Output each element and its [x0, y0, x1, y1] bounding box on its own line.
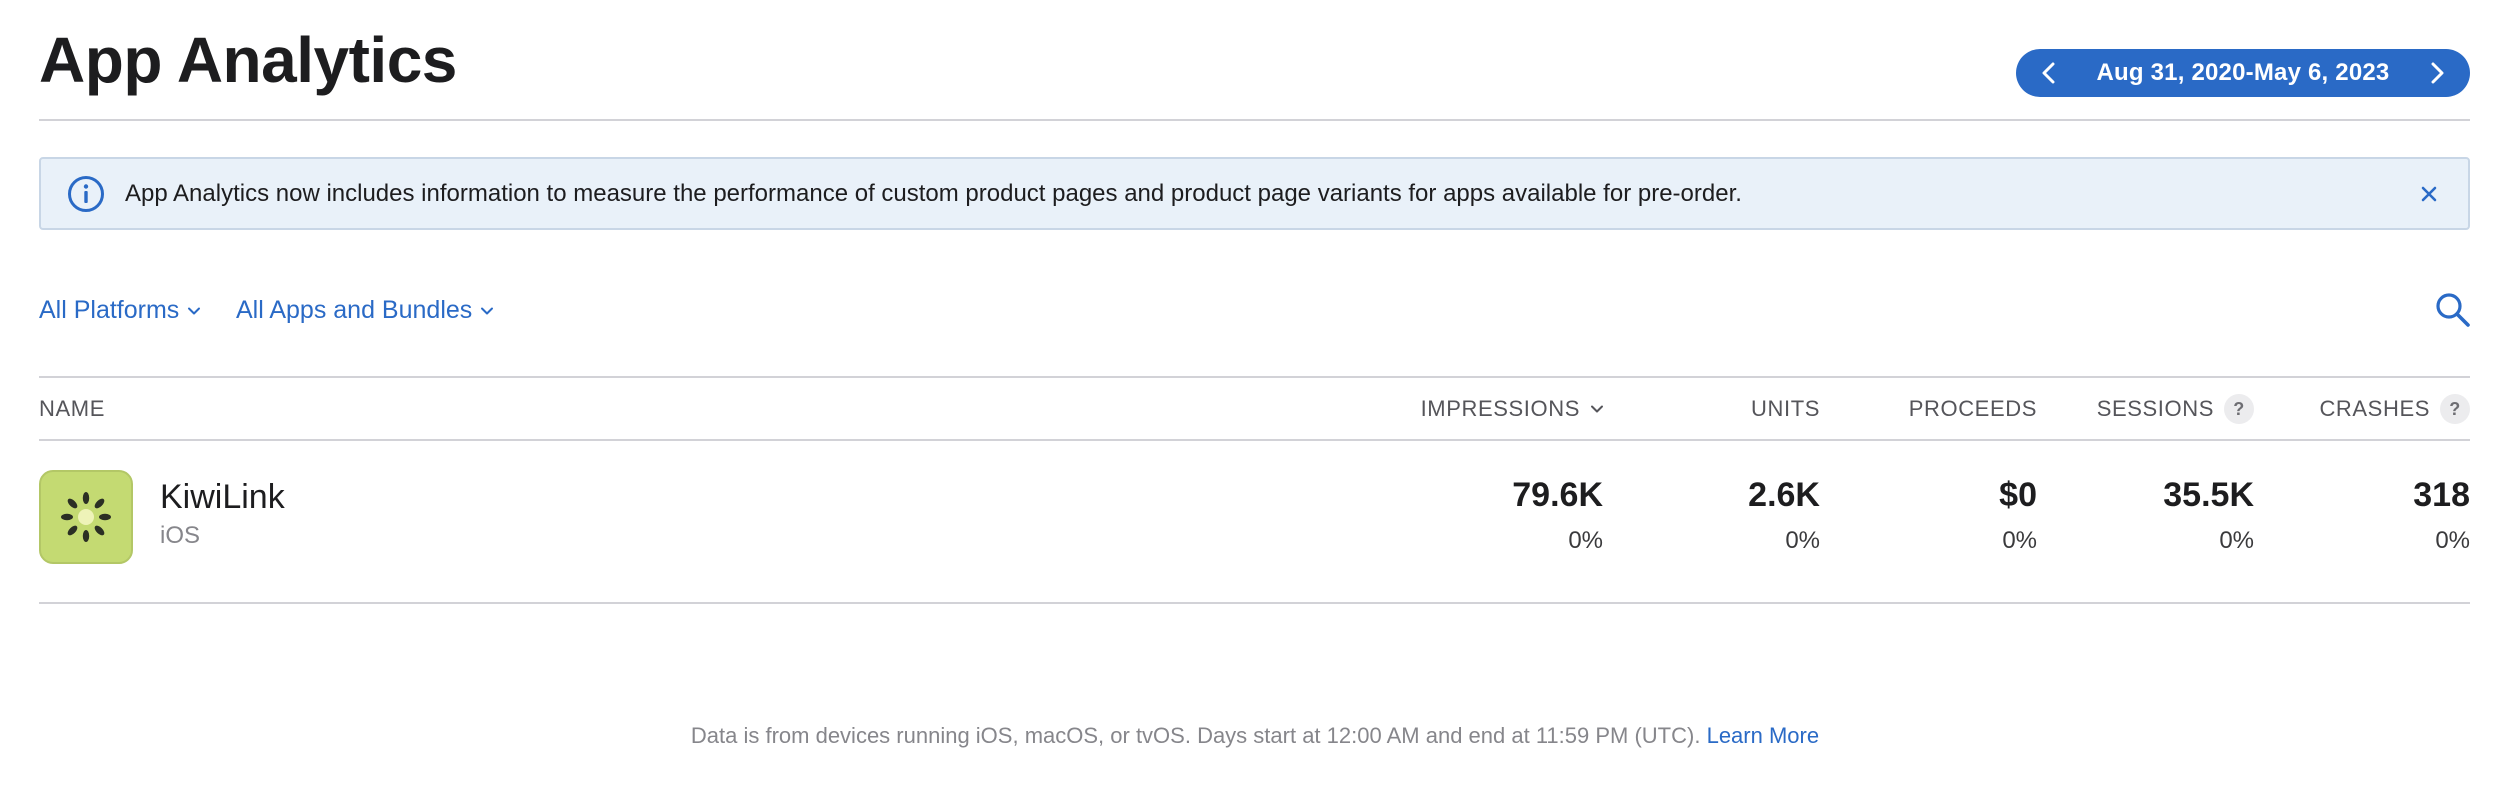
table-header-divider [39, 439, 2470, 441]
crashes-value: 318 [2413, 476, 2470, 514]
date-range-selector[interactable]: Aug 31, 2020-May 6, 2023 [2016, 49, 2470, 97]
column-header-crashes[interactable]: CRASHES ? [2270, 394, 2470, 424]
crashes-help-icon[interactable]: ? [2440, 394, 2470, 424]
date-range-label[interactable]: Aug 31, 2020-May 6, 2023 [2097, 59, 2390, 87]
sessions-help-icon[interactable]: ? [2224, 394, 2254, 424]
app-name[interactable]: KiwiLink [160, 478, 285, 517]
column-header-units[interactable]: UNITS [1620, 394, 1820, 424]
column-header-sessions-label[interactable]: SESSIONS [2097, 394, 2214, 424]
column-header-name[interactable]: NAME [39, 394, 105, 424]
crashes-change: 0% [2435, 527, 2470, 554]
column-header-sessions[interactable]: SESSIONS ? [2054, 394, 2254, 424]
table-top-divider [39, 376, 2470, 378]
table-bottom-divider [39, 602, 2470, 604]
column-header-proceeds[interactable]: PROCEEDS [1837, 394, 2037, 424]
column-header-impressions-label[interactable]: IMPRESSIONS [1421, 394, 1580, 424]
column-header-proceeds-label[interactable]: PROCEEDS [1909, 394, 2037, 424]
impressions-value: 79.6K [1512, 476, 1603, 514]
proceeds-value: $0 [1999, 476, 2037, 514]
page-title: App Analytics [39, 24, 457, 96]
chevron-down-icon [481, 307, 494, 314]
chevron-right-icon[interactable] [2422, 58, 2452, 88]
column-header-crashes-label[interactable]: CRASHES [2319, 394, 2430, 424]
platforms-filter-label[interactable]: All Platforms [39, 296, 179, 325]
chevron-left-icon[interactable] [2034, 58, 2064, 88]
header-divider [39, 119, 2470, 121]
column-header-name-label[interactable]: NAME [39, 394, 105, 424]
sort-chevron-down-icon [1591, 405, 1603, 413]
app-platform: iOS [160, 522, 201, 549]
sessions-change: 0% [2219, 527, 2254, 554]
footer-text: Data is from devices running iOS, macOS,… [690, 723, 1701, 748]
search-icon[interactable] [2434, 291, 2472, 329]
app-analytics-page: App Analytics Aug 31, 2020-May 6, 2023 A… [0, 0, 2510, 808]
kiwi-slice-icon [61, 492, 111, 542]
info-circle-icon [68, 175, 104, 212]
learn-more-link[interactable]: Learn More [1707, 723, 1820, 748]
apps-filter-label[interactable]: All Apps and Bundles [236, 296, 472, 325]
units-value: 2.6K [1748, 476, 1820, 514]
banner-message: App Analytics now includes information t… [125, 179, 1742, 207]
units-change: 0% [1785, 527, 1820, 554]
kiwi-app-icon[interactable] [39, 470, 133, 564]
column-header-units-label[interactable]: UNITS [1751, 394, 1820, 424]
close-icon[interactable] [2416, 181, 2442, 207]
chevron-down-icon [188, 307, 201, 314]
footer-note: Data is from devices running iOS, macOS,… [0, 723, 2510, 749]
platforms-filter[interactable]: All Platforms [39, 296, 201, 325]
proceeds-change: 0% [2002, 527, 2037, 554]
impressions-change: 0% [1568, 527, 1603, 554]
info-banner: App Analytics now includes information t… [39, 157, 2470, 230]
sessions-value: 35.5K [2163, 476, 2254, 514]
column-header-impressions[interactable]: IMPRESSIONS [1380, 394, 1604, 424]
apps-filter[interactable]: All Apps and Bundles [236, 296, 494, 325]
